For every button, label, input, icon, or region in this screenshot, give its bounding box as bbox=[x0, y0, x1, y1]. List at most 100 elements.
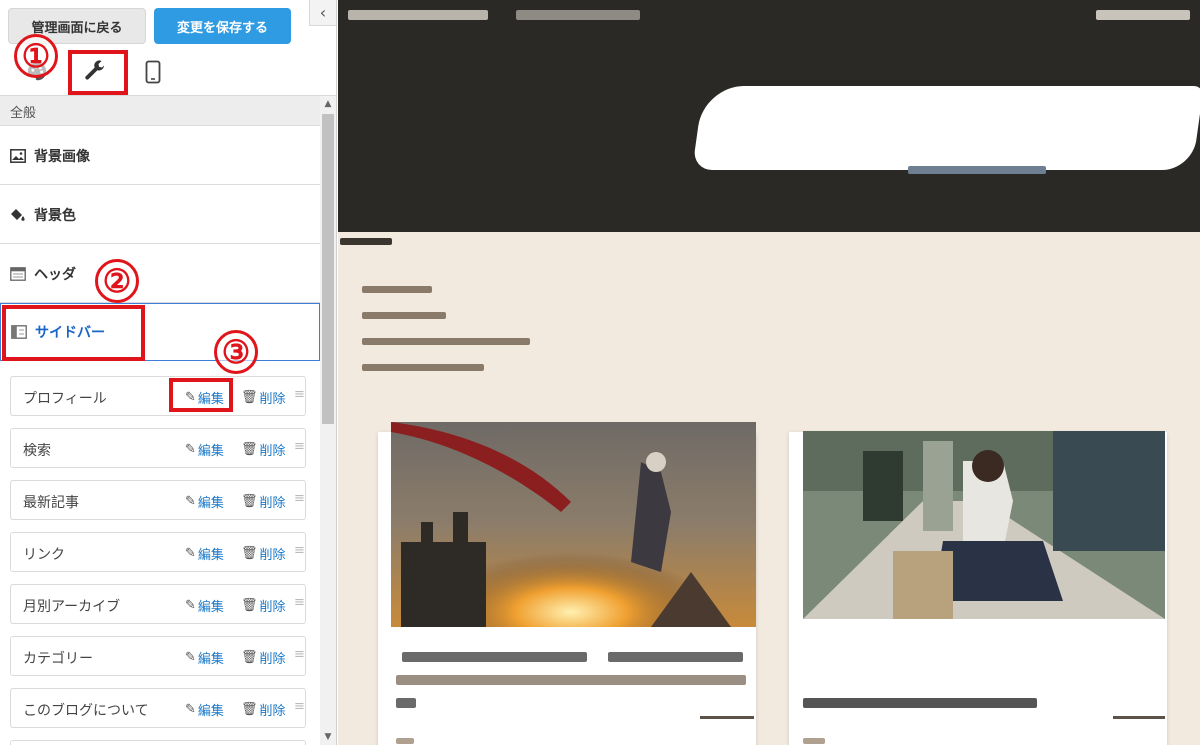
menu-item-label: 背景画像 bbox=[34, 148, 90, 165]
widget-row: プロフィール ✎ 編集 🗑 削除 ≡ bbox=[10, 376, 306, 416]
preview-nav-heading bbox=[340, 238, 392, 245]
preview-site-subtitle bbox=[908, 166, 1046, 174]
delete-label: 削除 bbox=[259, 392, 286, 407]
widget-row: 検索 ✎ 編集 🗑 削除 ≡ bbox=[10, 428, 306, 468]
post-title-line bbox=[803, 698, 1037, 708]
pencil-icon: ✎ bbox=[185, 702, 196, 717]
preview-site-title bbox=[692, 86, 1200, 170]
widget-row: リンク ✎ 編集 🗑 削除 ≡ bbox=[10, 532, 306, 572]
widget-name: 検索 bbox=[23, 443, 51, 459]
delete-label: 削除 bbox=[259, 704, 286, 719]
menu-item-background-image[interactable]: 背景画像 bbox=[0, 127, 320, 185]
post-thumbnail bbox=[391, 422, 756, 627]
annotation-number-1: ① bbox=[14, 34, 58, 78]
pencil-icon: ✎ bbox=[185, 598, 196, 613]
widget-delete-link[interactable]: 🗑 削除 bbox=[241, 544, 286, 563]
preview-blog-meta bbox=[516, 10, 640, 20]
widget-edit-link[interactable]: ✎ 編集 bbox=[185, 440, 224, 459]
trash-icon: 🗑 bbox=[241, 546, 258, 561]
post-title-line bbox=[608, 652, 743, 662]
widget-delete-link[interactable]: 🗑 削除 bbox=[241, 388, 286, 407]
drag-handle-icon[interactable]: ≡ bbox=[294, 491, 305, 506]
widget-row: カテゴリー ✎ 編集 🗑 削除 ≡ bbox=[10, 636, 306, 676]
header-layout-icon bbox=[10, 266, 26, 281]
section-header: 全般 bbox=[0, 96, 320, 126]
chevron-left-icon: ‹ bbox=[319, 3, 327, 22]
widget-name: プロフィール bbox=[23, 391, 107, 407]
post-title-line bbox=[396, 698, 416, 708]
scroll-down-arrow-icon[interactable]: ▼ bbox=[320, 729, 336, 745]
trash-icon: 🗑 bbox=[241, 702, 258, 717]
drag-handle-icon[interactable]: ≡ bbox=[294, 699, 305, 714]
menu-item-header[interactable]: ヘッダ bbox=[0, 245, 320, 303]
drag-handle-icon[interactable]: ≡ bbox=[294, 647, 305, 662]
delete-label: 削除 bbox=[259, 496, 286, 511]
collapse-panel-button[interactable]: ‹ bbox=[309, 0, 336, 26]
preview-nav-item bbox=[362, 364, 484, 371]
trash-icon: 🗑 bbox=[241, 598, 258, 613]
edit-label: 編集 bbox=[197, 652, 224, 667]
edit-label: 編集 bbox=[197, 496, 224, 511]
menu-item-label: 背景色 bbox=[34, 207, 76, 224]
widget-name: カテゴリー bbox=[23, 651, 93, 667]
drag-handle-icon[interactable]: ≡ bbox=[294, 543, 305, 558]
trash-icon: 🗑 bbox=[241, 650, 258, 665]
preview-nav-item bbox=[362, 338, 530, 345]
widget-edit-link[interactable]: ✎ 編集 bbox=[185, 544, 224, 563]
tab-mobile[interactable] bbox=[138, 56, 168, 88]
preview-header-link bbox=[1096, 10, 1190, 20]
post-thumbnail bbox=[803, 431, 1165, 619]
scroll-thumb[interactable] bbox=[322, 114, 334, 424]
widget-name: 最新記事 bbox=[23, 495, 79, 511]
panel-scrollbar[interactable]: ▲ ▼ bbox=[320, 96, 336, 745]
edit-label: 編集 bbox=[197, 444, 224, 459]
edit-label: 編集 bbox=[197, 704, 224, 719]
trash-icon: 🗑 bbox=[241, 442, 258, 457]
widget-edit-link[interactable]: ✎ 編集 bbox=[185, 492, 224, 511]
widget-edit-link[interactable]: ✎ 編集 bbox=[185, 648, 224, 667]
highlight-box-edit bbox=[169, 378, 233, 412]
pencil-icon: ✎ bbox=[185, 494, 196, 509]
widget-row: 最新記事 ✎ 編集 🗑 削除 ≡ bbox=[10, 480, 306, 520]
widget-delete-link[interactable]: 🗑 削除 bbox=[241, 492, 286, 511]
widget-edit-link[interactable]: ✎ 編集 bbox=[185, 700, 224, 719]
drag-handle-icon[interactable]: ≡ bbox=[294, 439, 305, 454]
widget-delete-link[interactable]: 🗑 削除 bbox=[241, 440, 286, 459]
pencil-icon: ✎ bbox=[185, 650, 196, 665]
drag-handle-icon[interactable]: ≡ bbox=[294, 387, 305, 402]
drag-handle-icon[interactable]: ≡ bbox=[294, 595, 305, 610]
edit-label: 編集 bbox=[197, 600, 224, 615]
highlight-box-tools-tab bbox=[68, 50, 128, 95]
preview-post-card[interactable] bbox=[789, 431, 1167, 745]
delete-label: 削除 bbox=[259, 600, 286, 615]
save-changes-button[interactable]: 変更を保存する bbox=[154, 8, 291, 44]
annotation-number-2: ② bbox=[95, 259, 139, 303]
preview-nav-item bbox=[362, 286, 432, 293]
delete-label: 削除 bbox=[259, 444, 286, 459]
widget-delete-link[interactable]: 🗑 削除 bbox=[241, 596, 286, 615]
widget-name: リンク bbox=[23, 547, 65, 563]
customizer-panel: 管理画面に戻る 変更を保存する ‹ 全般 背景画像 背景色 ヘッダ サイドバー … bbox=[0, 0, 337, 745]
scroll-up-arrow-icon[interactable]: ▲ bbox=[320, 96, 336, 112]
post-title-line bbox=[402, 652, 587, 662]
paint-bucket-icon bbox=[10, 208, 26, 222]
image-icon bbox=[10, 148, 26, 163]
pencil-icon: ✎ bbox=[185, 442, 196, 457]
pencil-icon: ✎ bbox=[185, 546, 196, 561]
menu-item-background-color[interactable]: 背景色 bbox=[0, 186, 320, 244]
preview-header bbox=[338, 0, 1200, 232]
widget-delete-link[interactable]: 🗑 削除 bbox=[241, 648, 286, 667]
delete-label: 削除 bbox=[259, 548, 286, 563]
widget-row bbox=[10, 740, 306, 745]
trash-icon: 🗑 bbox=[241, 390, 258, 405]
widget-delete-link[interactable]: 🗑 削除 bbox=[241, 700, 286, 719]
edit-label: 編集 bbox=[197, 548, 224, 563]
post-divider bbox=[700, 716, 754, 719]
preview-post-card[interactable] bbox=[378, 422, 756, 745]
post-divider bbox=[1113, 716, 1165, 719]
smartphone-icon bbox=[145, 60, 161, 84]
widget-edit-link[interactable]: ✎ 編集 bbox=[185, 596, 224, 615]
preview-blog-name bbox=[348, 10, 488, 20]
widget-row: このブログについて ✎ 編集 🗑 削除 ≡ bbox=[10, 688, 306, 728]
menu-item-label: ヘッダ bbox=[34, 266, 76, 283]
